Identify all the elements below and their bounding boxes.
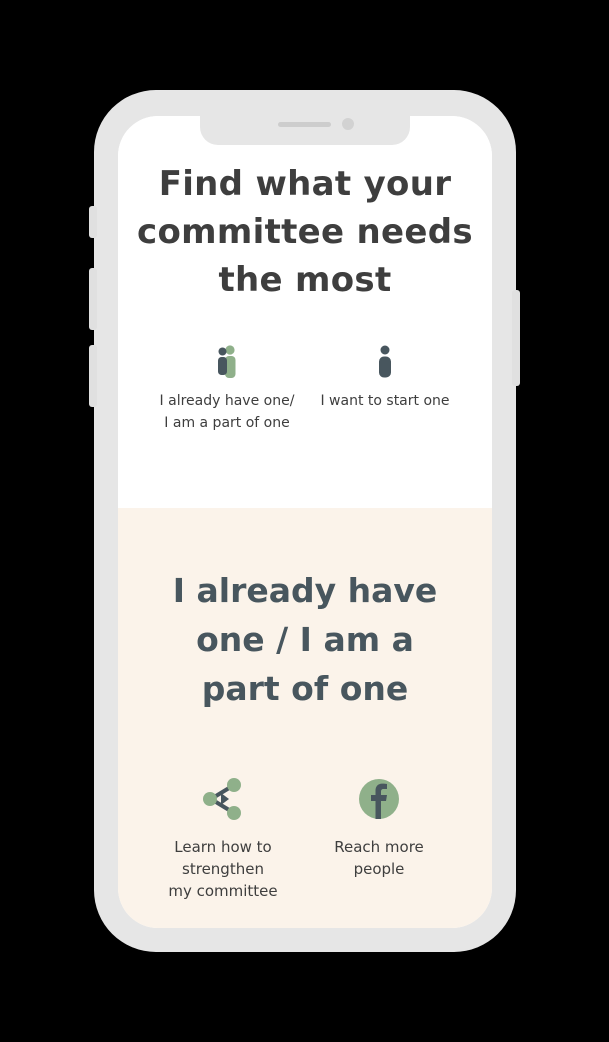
- phone-screen: Find what your committee needs the most …: [118, 116, 492, 928]
- feature-strengthen-committee[interactable]: Learn how to strengthen my committee: [148, 776, 298, 902]
- choice-already-have-one[interactable]: I already have one/ I am a part of one: [142, 344, 312, 434]
- group-people-icon: [218, 345, 236, 378]
- choice-label: I already have one/ I am a part of one: [159, 393, 295, 431]
- choice-start-one[interactable]: I want to start one: [300, 344, 470, 412]
- phone-notch: [200, 116, 410, 145]
- feature-reach-more-people[interactable]: Reach more people: [304, 776, 454, 880]
- feature-label: Learn how to strengthen my committee: [168, 838, 278, 900]
- speaker-grille: [278, 122, 331, 127]
- choose-path-section: Find what your committee needs the most …: [118, 116, 492, 508]
- page-title: Find what your committee needs the most: [137, 164, 473, 300]
- phone-volume-down-button: [89, 345, 97, 407]
- feature-label: Reach more people: [334, 838, 424, 878]
- single-person-icon: [379, 345, 391, 378]
- front-camera: [342, 118, 354, 130]
- network-share-icon: [203, 778, 241, 820]
- choice-label: I want to start one: [320, 393, 450, 409]
- phone-volume-up-button: [89, 268, 97, 330]
- phone-power-button: [512, 290, 520, 386]
- phone-mute-switch: [89, 206, 97, 238]
- existing-committee-section: I already have one / I am a part of one …: [118, 508, 492, 928]
- section-title: I already have one / I am a part of one: [172, 571, 438, 708]
- facebook-icon: [359, 779, 399, 819]
